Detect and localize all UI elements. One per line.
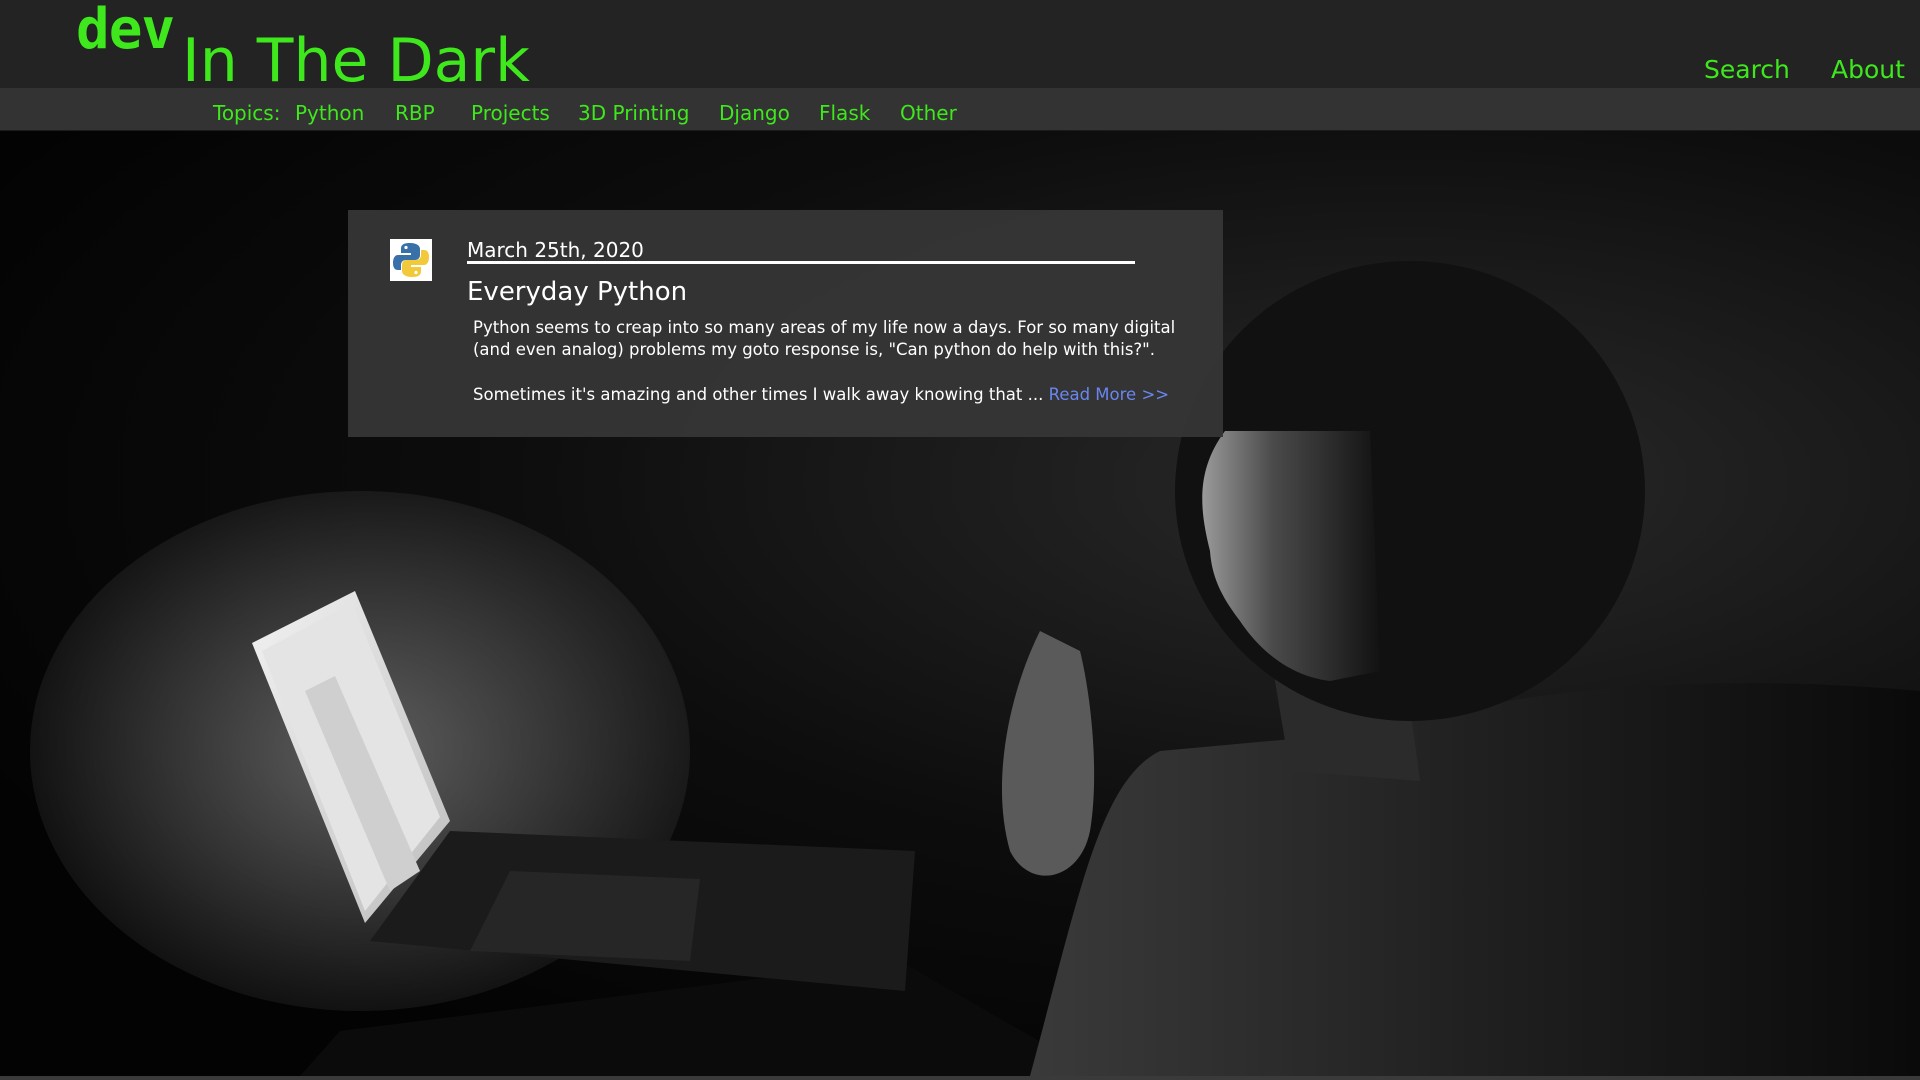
topic-other[interactable]: Other <box>900 100 957 126</box>
nav-about-link[interactable]: About <box>1831 52 1905 88</box>
topic-rbp[interactable]: RBP <box>395 100 435 126</box>
page-bottom-edge <box>0 1076 1920 1080</box>
topic-python[interactable]: Python <box>295 100 364 126</box>
topics-bar: Topics: Python RBP Projects 3D Printing … <box>0 88 1920 131</box>
post-date: March 25th, 2020 <box>467 238 644 262</box>
post-excerpt-paragraph-2: Sometimes it's amazing and other times I… <box>473 384 1193 406</box>
topics-label: Topics: <box>213 101 281 125</box>
site-title[interactable]: In The Dark <box>182 26 530 96</box>
page: dev In The Dark Search About Topics: Pyt… <box>0 0 1920 1080</box>
logo-prefix[interactable]: dev <box>76 0 175 60</box>
site-header: dev In The Dark Search About <box>0 0 1920 96</box>
post-excerpt-paragraph-1: Python seems to creap into so many areas… <box>473 318 1176 359</box>
post-title[interactable]: Everyday Python <box>467 275 687 309</box>
topic-flask[interactable]: Flask <box>819 100 870 126</box>
read-more-link[interactable]: Read More >> <box>1049 385 1170 404</box>
post-excerpt-text: Sometimes it's amazing and other times I… <box>473 385 1049 404</box>
topic-3d-printing[interactable]: 3D Printing <box>578 100 689 126</box>
nav-search-link[interactable]: Search <box>1704 52 1790 88</box>
topic-projects[interactable]: Projects <box>471 100 550 126</box>
post-divider <box>467 261 1135 264</box>
topic-django[interactable]: Django <box>719 100 790 126</box>
python-logo-icon <box>390 239 432 281</box>
post-card: March 25th, 2020 Everyday Python Python … <box>348 210 1223 437</box>
